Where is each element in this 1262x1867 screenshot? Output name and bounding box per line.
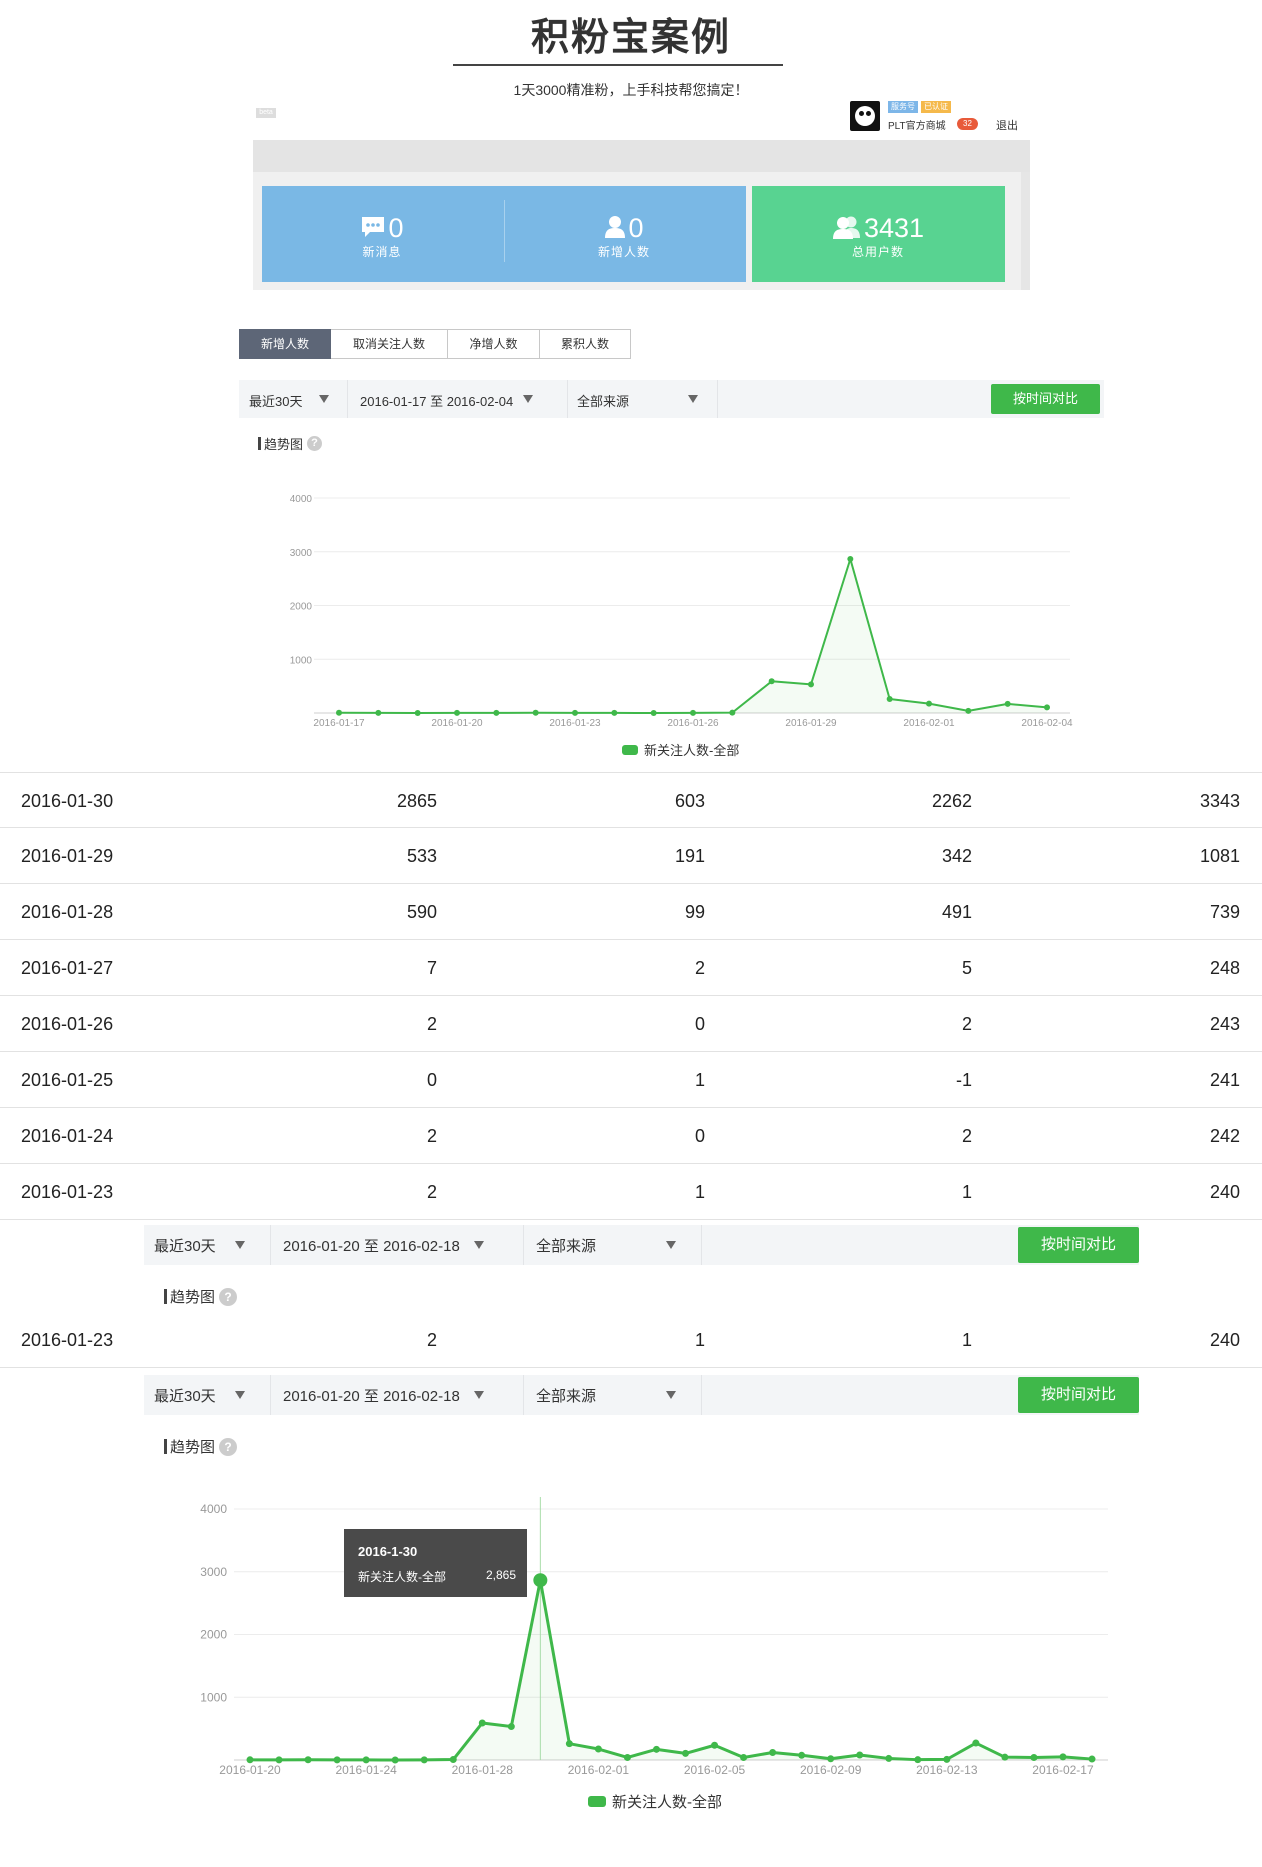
- x-tick-label: 2016-02-09: [800, 1763, 862, 1777]
- x-tick-label: 2016-02-05: [684, 1763, 746, 1777]
- data-point: [420, 1756, 428, 1764]
- tooltip-value: 2,865: [485, 1568, 516, 1582]
- data-point: [711, 1741, 719, 1749]
- data-point: [275, 1756, 283, 1764]
- data-point: [914, 1756, 922, 1764]
- data-point: [1001, 1753, 1009, 1761]
- chart-tooltip: 2016-1-30 新关注人数-全部 2,865: [344, 1529, 527, 1597]
- data-point: [507, 1723, 515, 1731]
- data-point: [827, 1755, 835, 1763]
- data-point: [652, 1745, 660, 1753]
- x-tick-label: 2016-02-13: [916, 1763, 978, 1777]
- tooltip-date: 2016-1-30: [358, 1544, 418, 1559]
- y-tick-label: 1000: [200, 1690, 227, 1704]
- chart-legend-bottom[interactable]: 新关注人数-全部: [588, 1791, 722, 1812]
- data-point: [856, 1751, 864, 1759]
- y-tick-label: 2000: [200, 1628, 227, 1642]
- data-point: [391, 1756, 399, 1764]
- data-point: [1059, 1753, 1067, 1761]
- data-point: [798, 1751, 806, 1759]
- data-point: [885, 1754, 893, 1762]
- y-tick-label: 4000: [200, 1502, 227, 1516]
- data-point: [769, 1748, 777, 1756]
- data-point: [304, 1756, 312, 1764]
- tooltip-series-label: 新关注人数-全部: [358, 1570, 446, 1584]
- legend-swatch: [588, 1796, 606, 1807]
- data-point: [623, 1753, 631, 1761]
- x-tick-label: 2016-01-24: [335, 1763, 397, 1777]
- data-point: [478, 1719, 486, 1727]
- data-point: [333, 1756, 341, 1764]
- data-point: [740, 1753, 748, 1761]
- x-tick-label: 2016-02-17: [1032, 1763, 1094, 1777]
- x-tick-label: 2016-02-01: [568, 1763, 630, 1777]
- data-point: [362, 1756, 370, 1764]
- data-point: [943, 1755, 951, 1763]
- data-point: [565, 1740, 573, 1748]
- data-point: [1030, 1753, 1038, 1761]
- x-tick-label: 2016-01-28: [452, 1763, 514, 1777]
- data-point: [682, 1749, 690, 1757]
- data-point: [449, 1756, 457, 1764]
- data-point: [246, 1756, 254, 1764]
- series-line: [249, 1578, 1093, 1762]
- x-tick-label: 2016-01-20: [219, 1763, 281, 1777]
- data-point: [1088, 1755, 1096, 1763]
- data-point: [972, 1739, 980, 1747]
- y-tick-label: 3000: [200, 1565, 227, 1579]
- trend-chart-bottom: 4000 3000 2000 1000 2016-01-20 2016-01-24 2016…: [200, 1497, 1108, 1777]
- legend-label: 新关注人数-全部: [612, 1794, 722, 1811]
- data-point: [533, 1573, 548, 1588]
- data-point: [594, 1745, 602, 1753]
- series-area: [250, 1580, 1092, 1760]
